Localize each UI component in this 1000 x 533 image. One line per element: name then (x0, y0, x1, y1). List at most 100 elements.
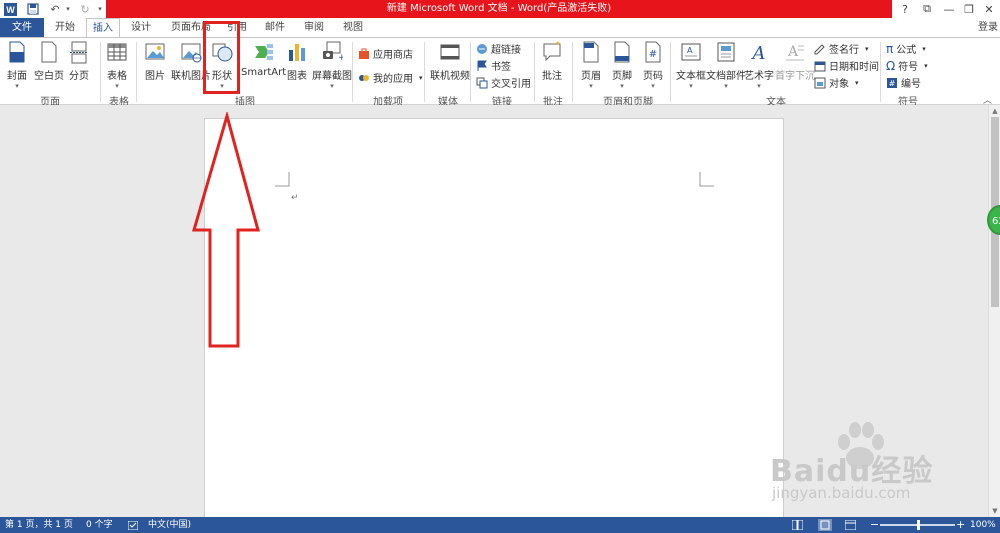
svg-text:A: A (687, 46, 693, 55)
svg-text:A: A (787, 44, 799, 60)
chart-icon (289, 44, 305, 61)
wordart-button[interactable]: A 艺术字 ▾ (744, 40, 774, 90)
tab-mailings[interactable]: 邮件 (260, 18, 290, 37)
zoom-level[interactable]: 100% (970, 517, 996, 533)
table-icon (107, 43, 127, 61)
read-mode-icon[interactable] (792, 520, 803, 530)
web-layout-icon[interactable] (845, 520, 856, 530)
header-button[interactable]: 页眉 ▾ (580, 40, 602, 90)
cover-page-icon (9, 41, 25, 63)
print-layout-icon[interactable] (818, 519, 832, 531)
zoom-in-button[interactable]: + (956, 517, 965, 533)
tab-view[interactable]: 视图 (338, 18, 368, 37)
wordart-icon: A (751, 43, 766, 64)
group-separator (352, 42, 353, 102)
redo-icon[interactable]: ↻ (78, 1, 92, 17)
smartart-button[interactable]: SmartArt (241, 40, 286, 78)
drop-cap-icon: A (786, 44, 804, 61)
signature-line-button[interactable]: 签名行 ▾ (814, 41, 869, 56)
language-status[interactable]: 中文(中国) (148, 517, 191, 533)
table-button[interactable]: 表格 ▾ (106, 40, 128, 90)
tab-insert[interactable]: 插入 (86, 18, 120, 38)
proofing-icon[interactable] (128, 521, 138, 530)
equation-button[interactable]: π 公式 ▾ (886, 41, 926, 57)
svg-text:#: # (889, 79, 896, 88)
textbox-button[interactable]: A 文本框 ▾ (676, 40, 706, 90)
vertical-scrollbar[interactable]: ▲ ▼ (988, 105, 1000, 517)
minimize-icon[interactable]: — (938, 0, 960, 18)
tab-home[interactable]: 开始 (50, 18, 80, 37)
bookmark-icon (477, 60, 487, 71)
store-button[interactable]: 应用商店 (358, 46, 413, 61)
svg-text:+: + (338, 53, 343, 63)
header-icon (583, 41, 599, 63)
number-icon: # (887, 77, 897, 88)
comment-icon (543, 41, 561, 62)
ribbon-display-options-icon[interactable]: ⧉ (916, 0, 938, 18)
bookmark-button[interactable]: 书签 (476, 58, 511, 73)
date-time-button[interactable]: 日期和时间 (814, 58, 879, 73)
online-video-icon (440, 44, 460, 60)
ribbon-insert: 封面 ▾ 空白页 分页 页面 表格 ▾ 表格 图片 联机图片 形状 ▾ Smar… (0, 37, 1000, 108)
quick-parts-button[interactable]: 文档部件 ▾ (706, 40, 746, 90)
textbox-icon: A (681, 43, 701, 61)
tab-design[interactable]: 设计 (126, 18, 156, 37)
symbol-button[interactable]: Ω 符号 ▾ (886, 58, 928, 74)
annotation-arrow (192, 112, 260, 348)
tab-file[interactable]: 文件 (0, 18, 44, 37)
save-icon[interactable] (26, 1, 40, 17)
hyperlink-button[interactable]: 超链接 (476, 41, 521, 56)
group-separator (424, 42, 425, 102)
zoom-out-button[interactable]: − (870, 517, 879, 533)
signature-line-icon (814, 43, 825, 54)
screenshot-icon: + (323, 41, 343, 63)
screenshot-button[interactable]: + 屏幕截图 ▾ (312, 40, 352, 90)
group-separator (136, 42, 137, 102)
scroll-up-icon[interactable]: ▲ (990, 106, 1000, 116)
picture-icon (145, 43, 165, 60)
svg-text:#: # (649, 49, 657, 60)
document-page[interactable]: ↵ (204, 118, 784, 533)
scroll-down-icon[interactable]: ▼ (990, 506, 1000, 516)
tab-review[interactable]: 审阅 (299, 18, 329, 37)
page-break-icon (70, 41, 88, 64)
word-count-status[interactable]: 0 个字 (86, 517, 113, 533)
margin-mark-right (699, 172, 714, 187)
hyperlink-icon (477, 43, 487, 54)
undo-dropdown-icon[interactable]: ▾ (64, 1, 72, 17)
my-apps-icon (359, 74, 369, 81)
page-count-status[interactable]: 第 1 页，共 1 页 (5, 517, 73, 533)
comment-button[interactable]: 批注 (541, 40, 563, 82)
chart-button[interactable]: 图表 (286, 40, 308, 82)
blank-page-button[interactable]: 空白页 (34, 40, 64, 82)
drop-cap-button[interactable]: A 首字下沉 (775, 40, 815, 82)
undo-icon[interactable]: ↶ (48, 1, 62, 17)
close-icon[interactable]: ✕ (978, 0, 1000, 18)
footer-button[interactable]: 页脚 ▾ (611, 40, 633, 90)
svg-text:W: W (6, 5, 15, 15)
group-separator (534, 42, 535, 102)
restore-icon[interactable]: ❐ (958, 0, 980, 18)
calendar-icon (814, 61, 826, 71)
page-number-button[interactable]: # 页码 ▾ (642, 40, 664, 90)
customize-qat-icon[interactable]: ▾ (96, 1, 104, 17)
sign-in-link[interactable]: 登录 (978, 18, 998, 37)
paragraph-mark: ↵ (291, 193, 299, 203)
page-break-button[interactable]: 分页 (68, 40, 90, 82)
object-button[interactable]: 对象 ▾ (814, 75, 859, 90)
number-button[interactable]: # 编号 (886, 75, 921, 90)
object-icon (814, 77, 826, 88)
smartart-icon (254, 44, 273, 60)
pi-icon: π (886, 41, 894, 56)
svg-text:A: A (751, 43, 766, 64)
quick-parts-icon (717, 42, 735, 62)
help-icon[interactable]: ? (894, 0, 916, 18)
zoom-slider-thumb[interactable] (916, 520, 920, 530)
cover-page-button[interactable]: 封面 ▾ (6, 40, 28, 90)
my-apps-button[interactable]: 我的应用 ▾ (358, 70, 423, 85)
cross-reference-button[interactable]: 交叉引用 (476, 75, 531, 90)
margin-mark-left (275, 172, 290, 187)
online-video-button[interactable]: 联机视频 (430, 40, 470, 82)
picture-button[interactable]: 图片 (144, 40, 166, 82)
store-icon (359, 48, 369, 59)
